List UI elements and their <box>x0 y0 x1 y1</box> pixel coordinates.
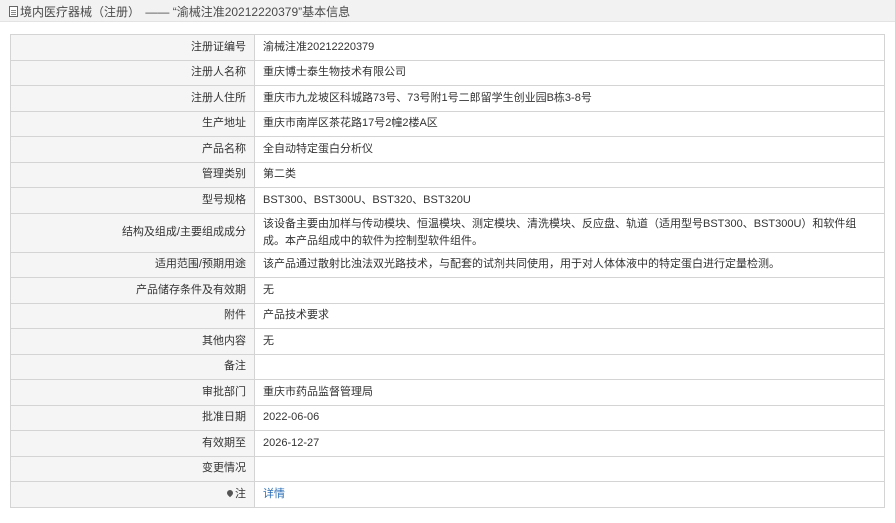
value-storage: 无 <box>254 277 885 304</box>
row-other: 其他内容 无 <box>10 328 885 355</box>
value-registrant: 重庆博士泰生物技术有限公司 <box>254 59 885 86</box>
map-pin-icon <box>225 488 235 497</box>
value-other: 无 <box>254 328 885 355</box>
row-composition: 结构及组成/主要组成成分 该设备主要由加样与传动模块、恒温模块、测定模块、清洗模… <box>10 212 885 253</box>
value-intended-use: 该产品通过散射比浊法双光路技术，与配套的试剂共同使用，用于对人体体液中的特定蛋白… <box>254 251 885 278</box>
details-link[interactable]: 详情 <box>263 488 285 500</box>
label-registrant-address: 注册人住所 <box>10 85 255 112</box>
value-management-class: 第二类 <box>254 161 885 188</box>
value-approval-dept: 重庆市药品监督管理局 <box>254 379 885 406</box>
row-model-spec: 型号规格 BST300、BST300U、BST320、BST320U <box>10 187 885 214</box>
row-intended-use: 适用范围/预期用途 该产品通过散射比浊法双光路技术，与配套的试剂共同使用，用于对… <box>10 251 885 278</box>
row-approval-date: 批准日期 2022-06-06 <box>10 404 885 431</box>
value-valid-until: 2026-12-27 <box>254 430 885 457</box>
document-icon <box>9 6 18 17</box>
label-reg-no: 注册证编号 <box>10 34 255 61</box>
label-registrant: 注册人名称 <box>10 59 255 86</box>
label-other: 其他内容 <box>10 328 255 355</box>
row-reg-no: 注册证编号 渝械注准20212220379 <box>10 34 885 61</box>
label-production-address: 生产地址 <box>10 110 255 137</box>
label-remark: 备注 <box>10 353 255 380</box>
value-note: 详情 <box>254 481 885 508</box>
page-title: “渝械注准20212220379”基本信息 <box>172 5 351 19</box>
value-composition: 该设备主要由加样与传动模块、恒温模块、测定模块、清洗模块、反应盘、轨道（适用型号… <box>254 212 885 253</box>
breadcrumb-separator: —— <box>145 5 170 19</box>
value-product-name: 全自动特定蛋白分析仪 <box>254 136 885 163</box>
row-valid-until: 有效期至 2026-12-27 <box>10 430 885 457</box>
row-approval-dept: 审批部门 重庆市药品监督管理局 <box>10 379 885 406</box>
row-registrant-address: 注册人住所 重庆市九龙坡区科城路73号、73号附1号二郎留学生创业园B栋3-8号 <box>10 85 885 112</box>
label-note-text: 注 <box>235 487 246 500</box>
value-remark <box>254 353 885 380</box>
row-management-class: 管理类别 第二类 <box>10 161 885 188</box>
value-approval-date: 2022-06-06 <box>254 404 885 431</box>
breadcrumb-category: 境内医疗器械（注册） <box>20 5 141 19</box>
title-bar: 境内医疗器械（注册） —— “渝械注准20212220379”基本信息 <box>0 0 895 22</box>
value-reg-no: 渝械注准20212220379 <box>254 34 885 61</box>
row-product-name: 产品名称 全自动特定蛋白分析仪 <box>10 136 885 163</box>
row-registrant: 注册人名称 重庆博士泰生物技术有限公司 <box>10 59 885 86</box>
label-intended-use: 适用范围/预期用途 <box>10 251 255 278</box>
label-change: 变更情况 <box>10 455 255 482</box>
row-production-address: 生产地址 重庆市南岸区茶花路17号2幢2楼A区 <box>10 110 885 137</box>
label-composition: 结构及组成/主要组成成分 <box>10 212 255 253</box>
row-attachment: 附件 产品技术要求 <box>10 302 885 329</box>
value-production-address: 重庆市南岸区茶花路17号2幢2楼A区 <box>254 110 885 137</box>
value-change <box>254 455 885 482</box>
label-note: 注 <box>10 481 255 508</box>
label-approval-date: 批准日期 <box>10 404 255 431</box>
label-storage: 产品储存条件及有效期 <box>10 277 255 304</box>
value-model-spec: BST300、BST300U、BST320、BST320U <box>254 187 885 214</box>
label-management-class: 管理类别 <box>10 161 255 188</box>
row-remark: 备注 <box>10 353 885 380</box>
label-approval-dept: 审批部门 <box>10 379 255 406</box>
value-registrant-address: 重庆市九龙坡区科城路73号、73号附1号二郎留学生创业园B栋3-8号 <box>254 85 885 112</box>
label-product-name: 产品名称 <box>10 136 255 163</box>
row-note: 注 详情 <box>10 481 885 508</box>
row-storage: 产品储存条件及有效期 无 <box>10 277 885 304</box>
label-model-spec: 型号规格 <box>10 187 255 214</box>
label-valid-until: 有效期至 <box>10 430 255 457</box>
registration-info-table: 注册证编号 渝械注准20212220379 注册人名称 重庆博士泰生物技术有限公… <box>10 34 885 508</box>
row-change: 变更情况 <box>10 455 885 482</box>
value-attachment: 产品技术要求 <box>254 302 885 329</box>
label-attachment: 附件 <box>10 302 255 329</box>
breadcrumb: 境内医疗器械（注册） —— “渝械注准20212220379”基本信息 <box>9 3 350 20</box>
